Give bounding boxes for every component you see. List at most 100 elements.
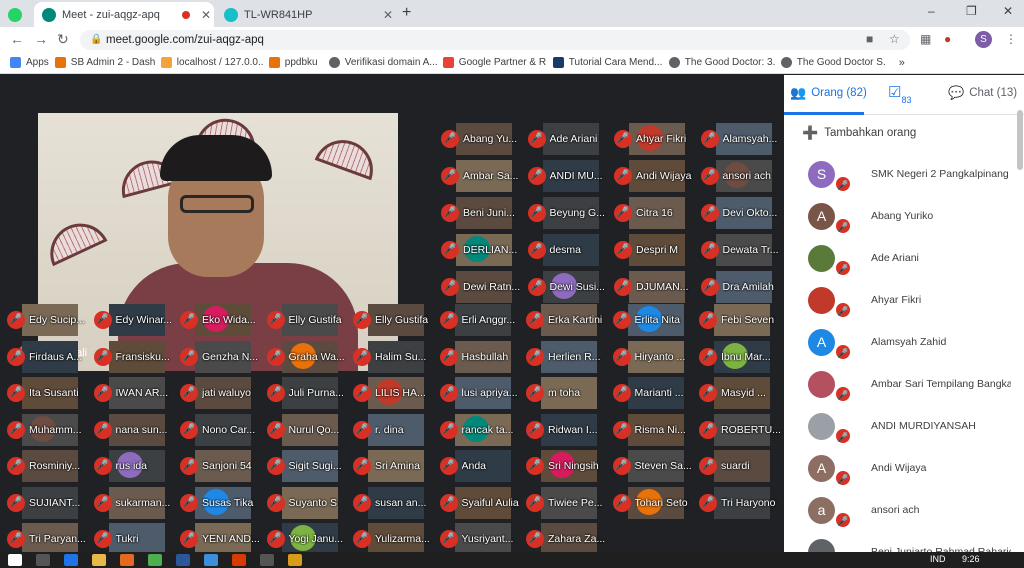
participant-tile[interactable]: 🎤 m toha [521, 375, 607, 411]
participant-tile[interactable]: 🎤 ansori ach [696, 158, 782, 194]
participant-tile[interactable]: 🎤 Hasbullah [435, 339, 521, 375]
minimize-icon[interactable]: – [928, 4, 935, 18]
app-icon[interactable] [204, 554, 218, 566]
participant-tile[interactable]: 🎤 Ahyar Fikri [609, 121, 695, 157]
profile-avatar[interactable]: S [975, 31, 992, 48]
participant-tile[interactable]: 🎤 Abang Yu... [436, 121, 522, 157]
language-indicator[interactable]: IND [930, 554, 946, 564]
close-window-icon[interactable]: ✕ [1003, 4, 1013, 18]
close-tab-icon[interactable]: ✕ [198, 8, 214, 22]
participant-tile[interactable]: 🎤 SUJIANT... [2, 485, 88, 521]
explorer-icon[interactable] [92, 554, 106, 566]
participant-row[interactable]: A 🎤 Abang Yuriko [784, 199, 1016, 241]
bookmark-item[interactable]: ppdbku [268, 57, 323, 68]
participant-tile[interactable]: 🎤 jati waluyo [175, 375, 261, 411]
participant-list[interactable]: S 🎤 SMK Negeri 2 Pangkalpinang (... A 🎤 Abang… [784, 157, 1016, 552]
bookmark-item[interactable]: SB Admin 2 - Dash... [54, 57, 155, 68]
participant-tile[interactable]: 🎤 Edy Winar... [89, 302, 175, 338]
participant-tile[interactable]: 🎤 ANDI MU... [523, 158, 609, 194]
participant-tile[interactable]: 🎤 desma [523, 232, 609, 268]
participant-tile[interactable]: 🎤 Elly Gustifa [262, 302, 348, 338]
participant-tile[interactable]: 🎤 DJUMAN... [609, 269, 695, 305]
participant-row[interactable]: A 🎤 Andi Wijaya [784, 451, 1016, 493]
bookmark-apps[interactable]: Apps [10, 57, 49, 68]
word-icon[interactable] [176, 554, 190, 566]
participant-row[interactable]: S 🎤 SMK Negeri 2 Pangkalpinang (... [784, 157, 1016, 199]
tab-router[interactable]: TL-WR841HP ✕ [216, 2, 396, 27]
app-icon[interactable] [288, 554, 302, 566]
participant-tile[interactable]: 🎤 ROBERTU... [694, 412, 781, 448]
participant-row[interactable]: 🎤Beni Juniarto Rahmad Raharjo [784, 535, 1016, 552]
firefox-icon[interactable] [120, 554, 134, 566]
participant-tile[interactable]: 🎤 Susas Tika [175, 485, 261, 521]
menu-icon[interactable]: ⋮ [1005, 32, 1017, 46]
bookmark-item[interactable]: Google Partner & R... [442, 57, 547, 68]
participant-tile[interactable]: 🎤 Herlien R... [521, 339, 607, 375]
participant-tile[interactable]: 🎤 Dewi Ratn... [436, 269, 522, 305]
participant-tile[interactable]: 🎤 Tiwiee Pe... [521, 485, 607, 521]
bookmark-item[interactable]: Tutorial Cara Mend... [552, 57, 663, 68]
participant-tile[interactable]: 🎤 Erka Kartini [521, 302, 607, 338]
participant-tile[interactable]: 🎤 sukarman... [89, 485, 175, 521]
edge-icon[interactable] [64, 554, 78, 566]
extensions-icon[interactable]: ▦ [920, 32, 931, 46]
participant-tile[interactable]: 🎤 Masyid ... [694, 375, 780, 411]
app-icon[interactable] [232, 554, 246, 566]
participant-tile[interactable]: 🎤 suardi [694, 448, 780, 484]
participant-tile[interactable]: 🎤 Syaiful Aulia [435, 485, 521, 521]
tab-meet[interactable]: Meet - zui-aqgz-apq ✕ [34, 2, 214, 27]
participant-tile[interactable]: 🎤 Despri M [609, 232, 695, 268]
participant-tile[interactable]: 🎤 Febi Seven [694, 302, 780, 338]
participant-tile[interactable]: 🎤 susan an... [348, 485, 434, 521]
participant-tile[interactable]: 🎤 Rosminiy... [2, 448, 88, 484]
participant-tile[interactable]: 🎤 Muhamm... [2, 412, 88, 448]
participant-row[interactable]: a 🎤 ansori ach [784, 493, 1016, 535]
participant-tile[interactable]: 🎤 Sri Amina [348, 448, 434, 484]
maximize-icon[interactable]: ❐ [966, 4, 977, 18]
participant-tile[interactable]: 🎤 Marianti ... [608, 375, 694, 411]
participant-tile[interactable]: 🎤 Tri Haryono [694, 485, 780, 521]
participant-row[interactable]: A 🎤 Alamsyah Zahid [784, 325, 1016, 367]
participant-row[interactable]: 🎤 Ade Ariani [784, 241, 1016, 283]
participant-tile[interactable]: 🎤 Anda [435, 448, 521, 484]
participant-tile[interactable]: 🎤 Sri Ningsih [521, 448, 607, 484]
participant-row[interactable]: 🎤 Ahyar Fikri [784, 283, 1016, 325]
app-icon[interactable] [260, 554, 274, 566]
participant-tile[interactable]: 🎤 Juli Purna... [262, 375, 348, 411]
participant-tile[interactable]: 🎤 Citra 16 [609, 195, 695, 231]
participant-tile[interactable]: 🎤 Edy Sucip... [2, 302, 88, 338]
tab-chat[interactable]: 💬 Chat (13) [948, 85, 1017, 101]
tab-tasks[interactable]: ☑ 83 [888, 79, 911, 105]
tab-people[interactable]: 👥 Orang (82) [790, 85, 867, 101]
participant-tile[interactable]: 🎤 Elly Gustifa [348, 302, 434, 338]
new-tab-button[interactable]: + [402, 4, 411, 22]
participant-tile[interactable]: 🎤 Fransisku... [89, 339, 175, 375]
participant-tile[interactable]: 🎤 Eko Wida... [175, 302, 261, 338]
bookmark-item[interactable]: The Good Doctor S... [780, 57, 885, 68]
participant-tile[interactable]: 🎤 Beyung G... [523, 195, 609, 231]
start-icon[interactable] [8, 554, 22, 566]
reload-icon[interactable]: ↻ [57, 31, 69, 48]
add-people-button[interactable]: ➕ Tambahkan orang [802, 125, 916, 141]
participant-tile[interactable]: 🎤 LILIS HA... [348, 375, 434, 411]
participant-tile[interactable]: 🎤 Dra Amilah [696, 269, 782, 305]
participant-tile[interactable]: 🎤 Nono Car... [175, 412, 261, 448]
participant-tile[interactable]: 🎤 Graha Wa... [262, 339, 348, 375]
bookmark-star-icon[interactable]: ☆ [889, 32, 900, 46]
bookmark-item[interactable]: The Good Doctor: 3... [668, 57, 775, 68]
participant-tile[interactable]: 🎤 Ibnu Mar... [694, 339, 780, 375]
bookmark-item[interactable]: Verifikasi domain A... [328, 57, 437, 68]
participant-tile[interactable]: 🎤 Dewata Tr... [696, 232, 782, 268]
participant-tile[interactable]: 🎤 Beni Juni... [436, 195, 522, 231]
participant-tile[interactable]: 🎤 Dewi Susi... [523, 269, 609, 305]
participant-tile[interactable]: 🎤 Ade Ariani [523, 121, 609, 157]
participant-tile[interactable]: 🎤 Alamsyah... [696, 121, 782, 157]
participant-tile[interactable]: 🎤 Ambar Sa... [436, 158, 522, 194]
participant-tile[interactable]: 🎤 IWAN AR... [89, 375, 175, 411]
clock[interactable]: 9:26 [962, 554, 980, 564]
participant-row[interactable]: 🎤 ANDI MURDIYANSAH [784, 409, 1016, 451]
participant-tile[interactable]: 🎤 Hiryanto ... [608, 339, 694, 375]
participant-tile[interactable]: 🎤 Halim Su... [348, 339, 434, 375]
more-bookmarks-icon[interactable]: » [899, 57, 905, 69]
camera-icon[interactable]: ■ [866, 32, 873, 46]
